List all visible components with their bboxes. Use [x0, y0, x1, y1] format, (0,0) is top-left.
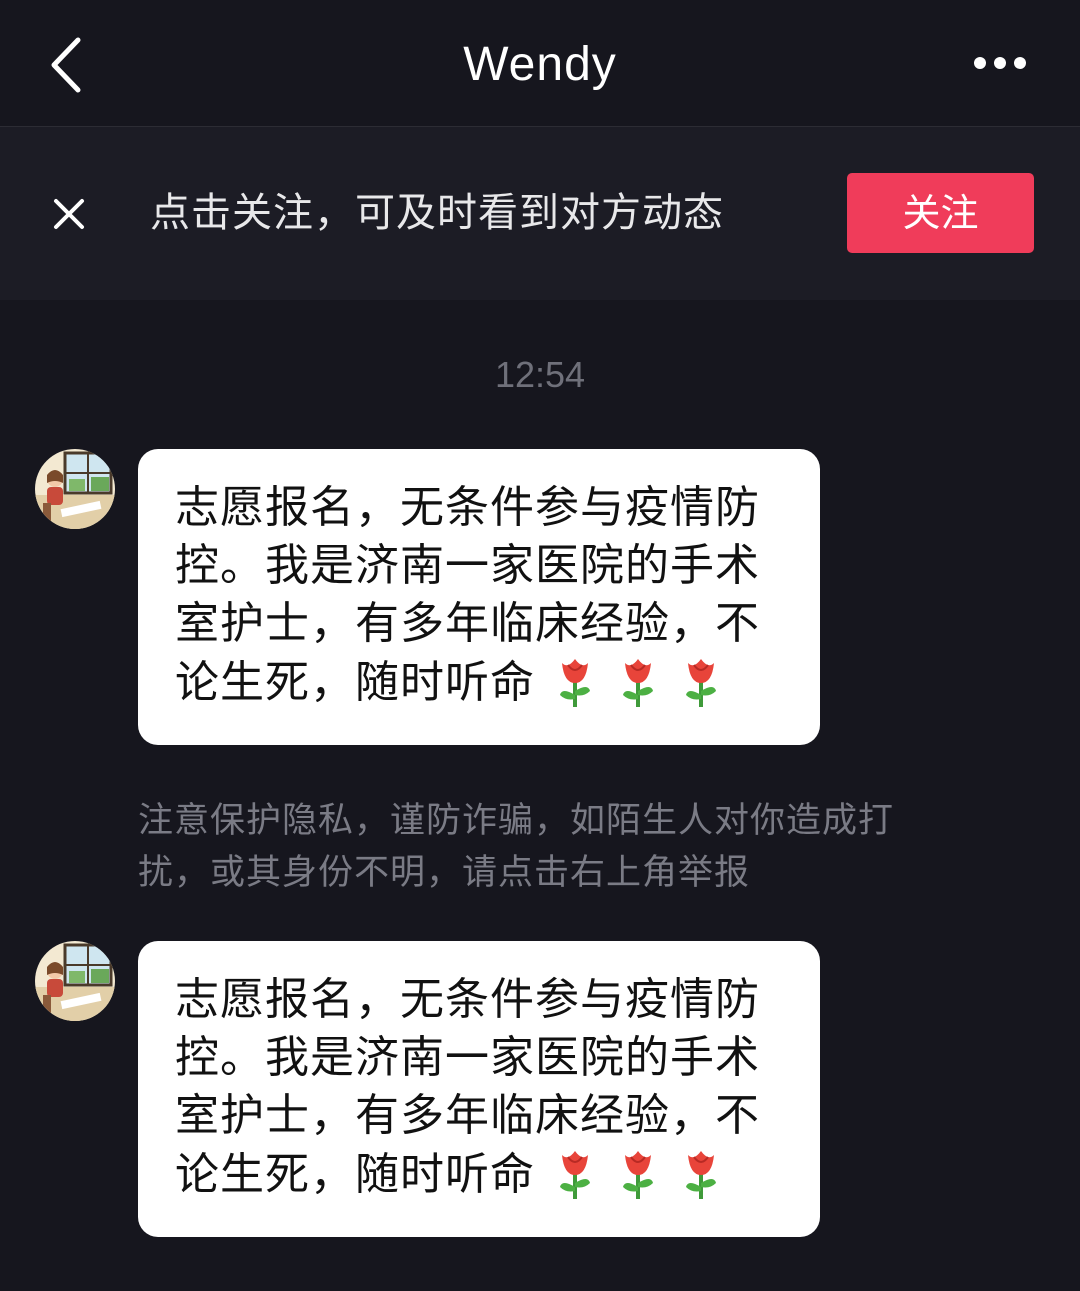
more-horizontal-icon — [974, 57, 1026, 69]
follow-prompt-text: 点击关注，可及时看到对方动态 — [150, 190, 724, 236]
avatar-illustration-icon — [35, 449, 115, 529]
message-text: 志愿报名，无条件参与疫情防控。我是济南一家医院的手术室护士，有多年临床经验，不论… — [175, 479, 784, 712]
avatar[interactable] — [35, 449, 115, 529]
close-banner-button[interactable] — [44, 189, 94, 239]
close-icon — [54, 199, 84, 229]
message-timestamp: 12:54 — [494, 354, 586, 395]
rose-icon — [623, 1151, 653, 1199]
rose-icon — [560, 659, 590, 707]
message-text: 志愿报名，无条件参与疫情防控。我是济南一家医院的手术室护士，有多年临床经验，不论… — [175, 971, 784, 1204]
message-bubble[interactable]: 志愿报名，无条件参与疫情防控。我是济南一家医院的手术室护士，有多年临床经验，不论… — [138, 941, 820, 1237]
rose-icon — [560, 1151, 590, 1199]
rose-icon — [623, 659, 653, 707]
privacy-notice: 注意保护隐私，谨防诈骗，如陌生人对你造成打扰，或其身份不明，请点击右上角举报 — [138, 801, 895, 893]
avatar-illustration-icon — [35, 941, 115, 1021]
more-button[interactable] — [964, 40, 1036, 86]
follow-banner: 点击关注，可及时看到对方动态 关注 — [0, 127, 1080, 300]
message-bubble[interactable]: 志愿报名，无条件参与疫情防控。我是济南一家医院的手术室护士，有多年临床经验，不论… — [138, 449, 820, 745]
chat-screen: Wendy 点击关注，可及时看到对方动态 关注 12:54 志愿报名，无条件参与… — [0, 0, 1080, 1291]
avatar[interactable] — [35, 941, 115, 1021]
rose-icon — [686, 659, 716, 707]
rose-icon — [686, 1151, 716, 1199]
follow-button[interactable]: 关注 — [847, 173, 1034, 253]
nav-header: Wendy — [0, 0, 1080, 127]
page-title: Wendy — [463, 38, 617, 91]
